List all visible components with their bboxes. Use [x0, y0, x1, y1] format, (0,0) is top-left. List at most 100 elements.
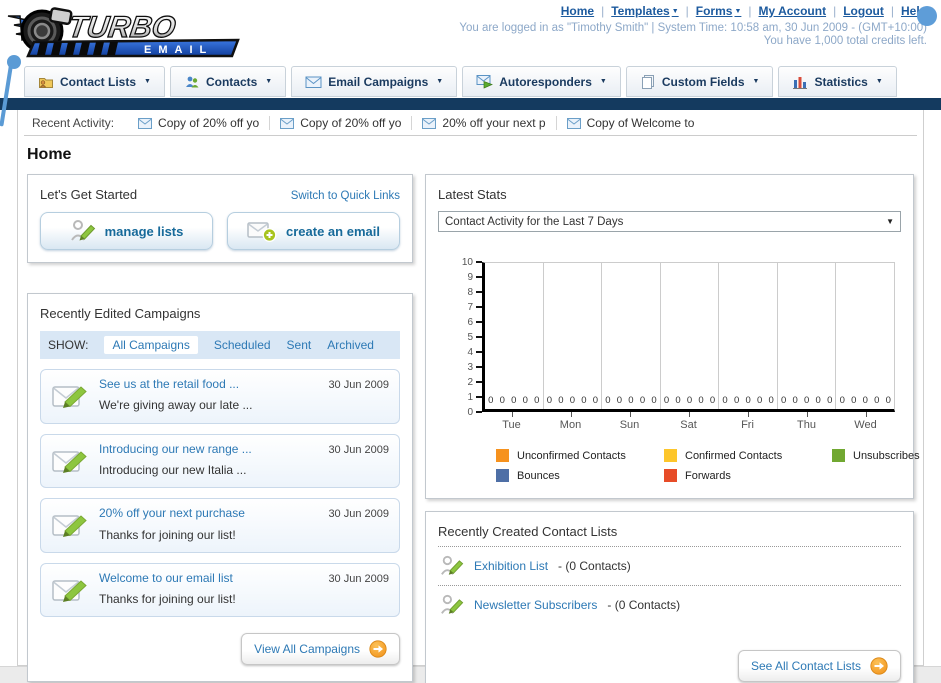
nav-tab-autoresponders[interactable]: Autoresponders ▼ [462, 66, 621, 97]
y-axis-tick: 9 [452, 272, 482, 283]
y-axis-tick: 1 [452, 392, 482, 403]
contact-list-item: Exhibition List - (0 Contacts) [438, 547, 901, 586]
view-all-campaigns-button[interactable]: View All Campaigns [241, 633, 400, 666]
chart-column: 00000 [718, 263, 777, 409]
campaign-title-link[interactable]: 20% off your next purchase [99, 505, 318, 522]
get-started-panel: Let's Get Started Switch to Quick Links … [27, 174, 413, 263]
person-pencil-icon [441, 555, 464, 575]
recent-activity-item[interactable]: Copy of 20% off yo [138, 116, 271, 130]
legend-swatch [664, 469, 677, 482]
see-all-contact-lists-button[interactable]: See All Contact Lists [737, 650, 901, 682]
y-axis-tick: 2 [452, 377, 482, 388]
campaign-date: 30 Jun 2009 [328, 379, 389, 391]
logo-word-email: EMAIL [144, 44, 213, 56]
chart-x-axis: Tue Mon Sun Sat Fri Thu Wed [482, 412, 895, 431]
person-pencil-icon [441, 594, 464, 614]
credits-remaining: You have 1,000 total credits left. [763, 35, 927, 47]
chart-column: 00000 [542, 263, 602, 409]
series-value-labels: 00000 [663, 395, 716, 406]
recent-activity-item[interactable]: Copy of Welcome to [566, 116, 705, 130]
header-link-logout[interactable]: Logout [843, 4, 884, 18]
envelope-icon [566, 117, 581, 129]
caret-down-icon: ▼ [144, 78, 151, 85]
series-value-labels: 00000 [488, 395, 540, 406]
envelope-icon [305, 76, 322, 88]
campaign-subtitle: Thanks for joining our list! [99, 527, 236, 542]
filter-archived[interactable]: Archived [327, 338, 374, 352]
filter-all-campaigns[interactable]: All Campaigns [104, 336, 198, 354]
header-utility: Home | Templates ▼ | Forms ▼ | My Account | Lo… [459, 4, 937, 47]
filter-scheduled[interactable]: Scheduled [214, 338, 271, 352]
campaign-title-link[interactable]: Welcome to our email list [99, 570, 318, 587]
envelope-arrow-icon [476, 75, 494, 89]
chat-bubble-icon[interactable] [917, 6, 937, 26]
header-link-home[interactable]: Home [561, 4, 594, 18]
envelope-pencil-icon [52, 515, 87, 538]
envelope-pencil-icon [52, 451, 87, 473]
caret-down-icon: ▼ [265, 78, 273, 85]
campaign-date: 30 Jun 2009 [328, 508, 389, 521]
legend-item: Bounces [496, 469, 664, 482]
chart-legend: Unconfirmed Contacts Confirmed Contacts Un… [496, 449, 920, 482]
chart-plot-area: 00000 00000 00000 00000 00000 00000 00000 [482, 262, 895, 412]
caret-down-icon: ▼ [875, 78, 883, 85]
recent-activity-bar: Recent Activity: Copy of 20% off yo Copy… [24, 110, 917, 136]
recent-activity-item[interactable]: Copy of 20% off yo [280, 116, 413, 130]
nav-tab-statistics[interactable]: Statistics ▼ [778, 66, 897, 97]
header-link-templates[interactable]: Templates ▼ [611, 4, 678, 18]
x-axis-label: Fri [718, 412, 777, 431]
filter-sent[interactable]: Sent [287, 338, 312, 352]
envelope-pencil-icon [52, 386, 87, 409]
campaign-date: 30 Jun 2009 [328, 572, 389, 585]
nav-tab-email-campaigns[interactable]: Email Campaigns ▼ [291, 66, 458, 97]
contact-list-count: - (0 Contacts) [558, 559, 631, 573]
y-axis-tick: 0 [452, 407, 482, 418]
stats-range-select[interactable]: Contact Activity for the Last 7 Days ▼ [438, 211, 901, 232]
contact-list-link[interactable]: Exhibition List [474, 559, 548, 573]
campaign-date: 30 Jun 2009 [328, 443, 389, 456]
legend-item: Forwards [664, 469, 832, 482]
switch-to-quick-links[interactable]: Switch to Quick Links [291, 190, 400, 202]
caret-down-icon: ▼ [436, 78, 444, 85]
chart-column: 00000 [776, 263, 836, 409]
contact-list-count: - (0 Contacts) [607, 598, 681, 612]
series-value-labels: 00000 [546, 395, 599, 406]
header-link-forms[interactable]: Forms ▼ [696, 4, 742, 18]
contact-list-link[interactable]: Newsletter Subscribers [474, 598, 597, 612]
nav-tab-contact-lists[interactable]: Contact Lists ▼ [24, 66, 165, 97]
x-axis-label: Sat [659, 412, 718, 431]
series-value-labels: 00000 [839, 395, 891, 406]
envelope-icon [138, 117, 153, 129]
caret-down-icon: ▼ [734, 8, 742, 15]
contact-lists-folder-icon [39, 77, 53, 88]
arrow-circle-icon [369, 640, 387, 658]
y-axis-tick: 4 [452, 347, 482, 358]
campaign-row: See us at the retail food ... We're givi… [40, 369, 400, 424]
chart-column: 00000 [835, 263, 894, 409]
contacts-people-icon [185, 76, 199, 87]
chart-column: 00000 [485, 263, 543, 409]
x-axis-label: Mon [541, 412, 600, 431]
caret-down-icon: ▼ [671, 8, 679, 15]
nav-tab-contacts[interactable]: Contacts ▼ [169, 66, 287, 97]
envelope-pencil-icon [52, 580, 87, 603]
main-nav: Contact Lists ▼ Contacts ▼ Email Campaigns… [0, 62, 941, 98]
recent-activity-item[interactable]: 20% off your next p [422, 116, 557, 130]
legend-item: Confirmed Contacts [664, 449, 832, 462]
campaign-title-link[interactable]: See us at the retail food ... [99, 376, 318, 393]
get-started-title: Let's Get Started [40, 187, 138, 202]
y-axis-tick: 10 [452, 257, 482, 268]
nav-tab-custom-fields[interactable]: Custom Fields ▼ [625, 66, 774, 97]
page-title: Home [27, 146, 72, 163]
header-link-my-account[interactable]: My Account [759, 4, 827, 18]
manage-lists-button[interactable]: manage lists [40, 212, 213, 250]
contact-activity-chart: 10 9 8 7 6 5 4 3 2 1 0 000000000000000000000000000… [452, 257, 920, 482]
campaign-title-link[interactable]: Introducing our new range ... [99, 441, 318, 458]
caret-down-icon: ▼ [599, 78, 607, 85]
legend-swatch [496, 469, 509, 482]
latest-stats-title: Latest Stats [438, 187, 507, 202]
page-content: Recent Activity: Copy of 20% off yo Copy… [17, 110, 924, 683]
pages-icon [641, 74, 654, 89]
chart-column: 00000 [601, 263, 660, 409]
create-an-email-button[interactable]: create an email [227, 212, 400, 250]
